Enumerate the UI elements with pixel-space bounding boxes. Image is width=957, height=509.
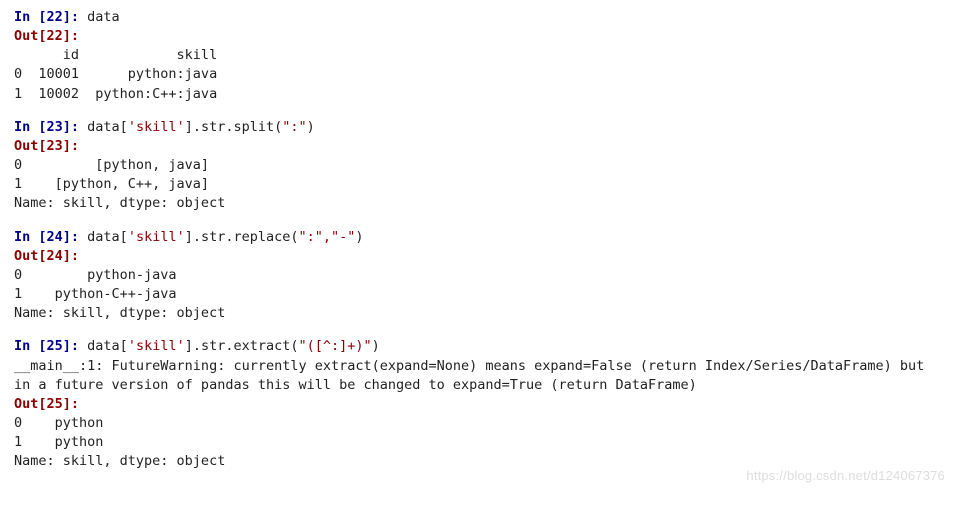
code: data [87,9,120,25]
code-text: data[ [87,119,128,135]
in-prompt: In [25]: [14,338,87,354]
code: data['skill'].str.split(":") [87,119,315,135]
out-prompt: Out[24]: [14,247,943,266]
out-prompt: Out[22]: [14,27,943,46]
ipython-cell: In [24]: data['skill'].str.replace(":","… [14,228,943,324]
in-number: 24 [47,229,63,245]
out-prompt: Out[25]: [14,395,943,414]
in-prompt: In [22]: [14,9,87,25]
code-text: data [87,9,120,25]
code-string: 'skill' [128,338,185,354]
in-number: 25 [47,338,63,354]
input-line: In [25]: data['skill'].str.extract("([^:… [14,337,943,356]
code-string: 'skill' [128,229,185,245]
out-number: 25 [47,396,63,412]
out-number: 23 [47,138,63,154]
code-text: ].str.replace( [185,229,299,245]
out-number: 22 [47,28,63,44]
code-text: ].str.extract( [185,338,299,354]
code-string: "([^:]+)" [299,338,372,354]
code-text: ) [307,119,315,135]
code-string: ":","-" [299,229,356,245]
code-text: ].str.split( [185,119,283,135]
in-prompt: In [24]: [14,229,87,245]
code-text: data[ [87,229,128,245]
code-text: ) [372,338,380,354]
code: data['skill'].str.replace(":","-") [87,229,363,245]
in-prompt: In [23]: [14,119,87,135]
code: data['skill'].str.extract("([^:]+)") [87,338,380,354]
output-text: 0 [python, java] 1 [python, C++, java] N… [14,156,943,213]
warning-text: __main__:1: FutureWarning: currently ext… [14,357,943,395]
input-line: In [22]: data [14,8,943,27]
code-text: data[ [87,338,128,354]
output-text: 0 python 1 python Name: skill, dtype: ob… [14,414,943,471]
ipython-cell: In [22]: dataOut[22]: id skill 0 10001 p… [14,8,943,104]
output-text: id skill 0 10001 python:java 1 10002 pyt… [14,46,943,103]
output-text: 0 python-java 1 python-C++-java Name: sk… [14,266,943,323]
watermark: https://blog.csdn.net/d124067376 [746,467,945,485]
input-line: In [24]: data['skill'].str.replace(":","… [14,228,943,247]
input-line: In [23]: data['skill'].str.split(":") [14,118,943,137]
in-number: 22 [47,9,63,25]
code-string: 'skill' [128,119,185,135]
out-number: 24 [47,248,63,264]
code-string: ":" [282,119,306,135]
ipython-cell: In [23]: data['skill'].str.split(":")Out… [14,118,943,214]
code-text: ) [355,229,363,245]
ipython-cell: In [25]: data['skill'].str.extract("([^:… [14,337,943,471]
out-prompt: Out[23]: [14,137,943,156]
in-number: 23 [47,119,63,135]
